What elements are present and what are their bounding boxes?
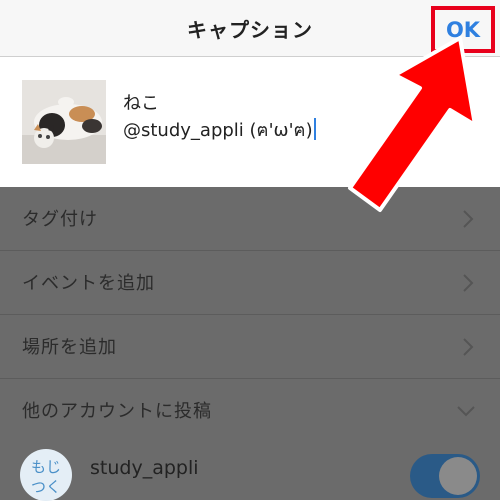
chevron-right-icon: [463, 274, 474, 292]
toggle-knob: [439, 457, 477, 495]
red-arrow-icon: [348, 36, 477, 212]
chevron-down-icon: [457, 406, 475, 417]
add-event-row[interactable]: イベントを追加: [0, 251, 500, 315]
account-row: もじ つく study_appli: [0, 441, 500, 501]
settings-overlay: タグ付け イベントを追加 場所を追加 他のアカウントに投稿 もじ つく stud…: [0, 187, 500, 501]
caption-line-1: ねこ: [123, 93, 159, 114]
add-event-label: イベントを追加: [22, 273, 155, 294]
caption-input[interactable]: ねこ @study_appli (ฅ'ω'ฅ): [123, 90, 316, 144]
post-other-accounts-row[interactable]: 他のアカウントに投稿: [0, 379, 500, 443]
post-other-accounts-label: 他のアカウントに投稿: [22, 401, 212, 422]
caption-line-2: @study_appli (ฅ'ω'ฅ): [123, 117, 316, 144]
caption-line-2-text: @study_appli (ฅ'ω'ฅ): [123, 120, 313, 141]
text-cursor: [313, 118, 316, 140]
tag-people-label: タグ付け: [22, 209, 98, 230]
add-location-row[interactable]: 場所を追加: [0, 315, 500, 379]
avatar: もじ つく: [20, 449, 72, 501]
chevron-right-icon: [463, 338, 474, 356]
avatar-text-top: もじ: [31, 458, 61, 476]
account-toggle[interactable]: [410, 454, 480, 498]
avatar-text-bottom: つく: [31, 478, 61, 496]
photo-thumbnail: [22, 80, 106, 164]
account-name: study_appli: [90, 457, 199, 479]
add-location-label: 場所を追加: [22, 337, 117, 358]
